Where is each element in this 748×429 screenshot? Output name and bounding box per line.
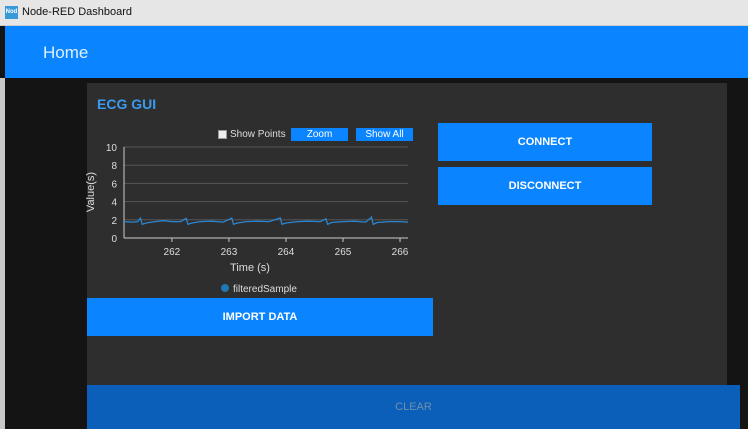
- group-title: ECG GUI: [97, 96, 157, 112]
- dashboard-header: Home: [5, 26, 748, 78]
- y-tick-label: 4: [111, 198, 117, 209]
- import-data-button[interactable]: IMPORT DATA: [87, 298, 433, 336]
- y-tick-label: 2: [111, 216, 117, 227]
- y-axis-label: Value(s): [85, 172, 97, 212]
- series-line-filteredSample: [123, 215, 409, 226]
- y-tick-label: 10: [106, 143, 118, 154]
- y-tick-label: 8: [111, 161, 117, 172]
- window-title: Node-RED Dashboard: [22, 6, 133, 18]
- ecg-chart: 0 2 4 6 8 10 262 263 264 265 266 Value(s) Time (s)…: [85, 143, 409, 295]
- clear-button[interactable]: CLEAR: [87, 385, 740, 429]
- x-tick-label: 263: [221, 247, 238, 258]
- x-tick-label: 266: [392, 247, 409, 258]
- legend-label: filteredSample: [233, 284, 297, 295]
- x-axis-label: Time (s): [230, 262, 270, 274]
- y-tick-label: 0: [111, 234, 117, 245]
- disconnect-button[interactable]: DISCONNECT: [438, 167, 652, 205]
- x-tick-label: 262: [164, 247, 181, 258]
- connect-button[interactable]: CONNECT: [438, 123, 652, 161]
- window-border: [0, 78, 5, 429]
- y-tick-label: 6: [111, 179, 117, 190]
- x-tick-label: 264: [278, 247, 295, 258]
- window-titlebar: Nod Node-RED Dashboard: [0, 0, 748, 26]
- x-tick-label: 265: [335, 247, 352, 258]
- page-title: Home: [43, 43, 89, 62]
- node-red-icon: Nod: [5, 6, 18, 19]
- legend-marker: [221, 284, 229, 292]
